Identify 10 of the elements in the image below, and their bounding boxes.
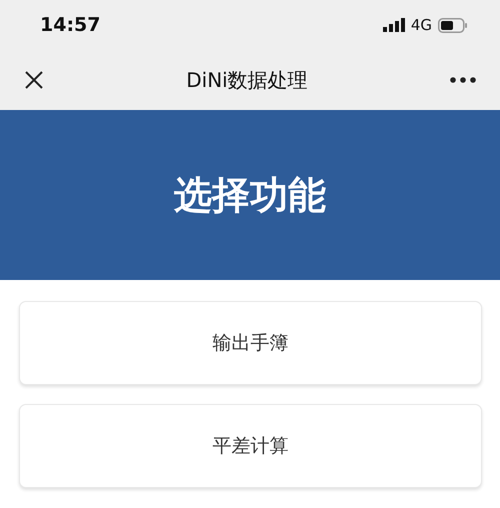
more-icon[interactable]: [450, 77, 476, 83]
banner-title: 选择功能: [174, 172, 326, 218]
battery-icon: [438, 18, 468, 32]
page-title: DiNi数据处理: [186, 66, 308, 94]
menu-button[interactable]: 平差计算: [19, 404, 482, 488]
network-label: 4G: [410, 16, 432, 34]
close-icon[interactable]: [24, 70, 44, 90]
signal-icon: [382, 18, 405, 32]
clock-time: 14:57: [40, 14, 100, 36]
menu-button[interactable]: 输出手簿: [19, 301, 482, 385]
